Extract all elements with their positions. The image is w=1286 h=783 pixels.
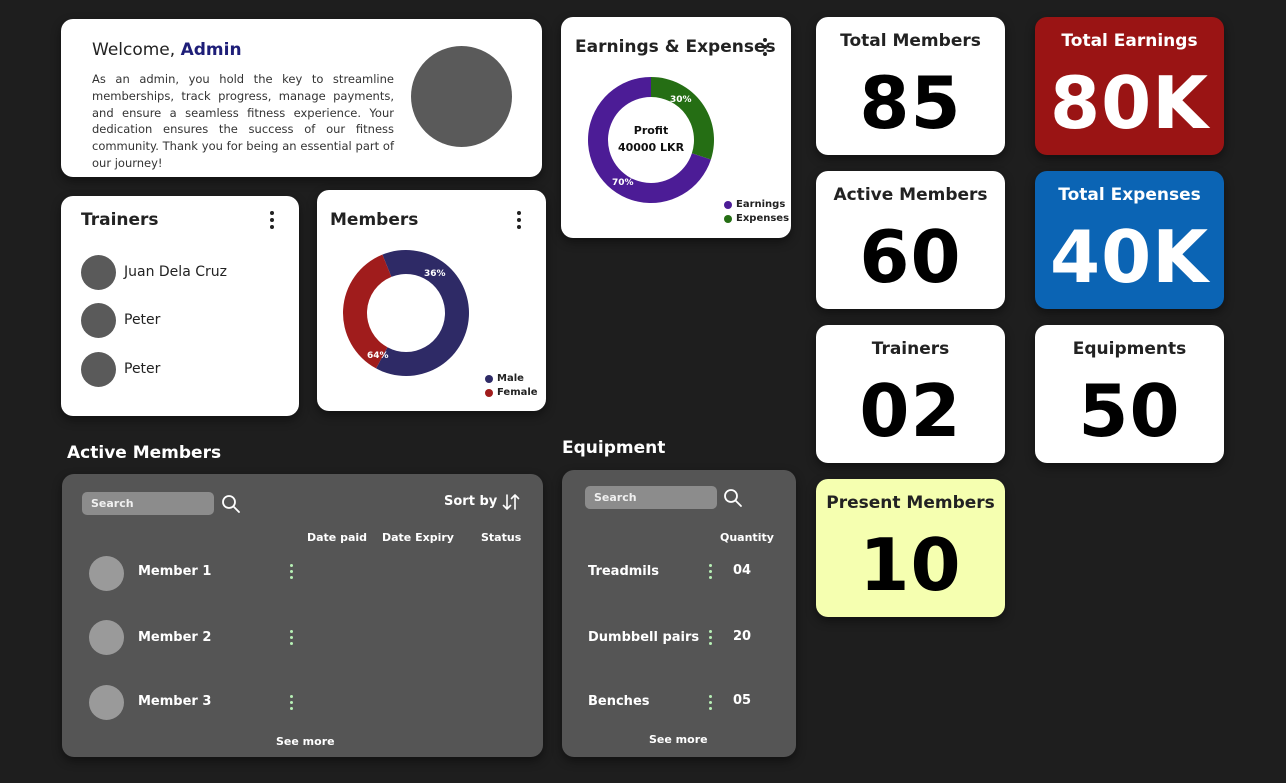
column-header-status: Status bbox=[481, 531, 522, 544]
legend-label: Male bbox=[497, 373, 524, 384]
welcome-card: Welcome, Admin As an admin, you hold the… bbox=[61, 19, 542, 177]
stat-label: Trainers bbox=[871, 339, 950, 359]
sort-by-label[interactable]: Sort by bbox=[444, 494, 497, 509]
equipment-quantity: 20 bbox=[733, 629, 752, 644]
row-menu-icon[interactable] bbox=[708, 695, 714, 713]
trainer-name: Juan Dela Cruz bbox=[124, 264, 227, 280]
avatar bbox=[81, 351, 116, 387]
column-header-date-paid: Date paid bbox=[307, 531, 368, 544]
avatar bbox=[81, 302, 116, 338]
avatar bbox=[89, 620, 124, 655]
welcome-admin-name: Admin bbox=[180, 40, 242, 60]
welcome-text: As an admin, you hold the key to streaml… bbox=[92, 72, 394, 170]
legend-swatch bbox=[724, 214, 732, 223]
search-icon[interactable] bbox=[221, 494, 241, 514]
earnings-data-label: 70% bbox=[612, 178, 634, 188]
trainer-item[interactable]: Peter bbox=[81, 302, 161, 338]
member-name: Member 3 bbox=[138, 694, 212, 709]
legend-item-earnings: Earnings bbox=[724, 199, 785, 210]
equipment-name: Treadmils bbox=[588, 564, 659, 579]
trainers-card: Trainers Juan Dela Cruz Peter Peter bbox=[61, 196, 299, 416]
equipment-name: Benches bbox=[588, 694, 650, 709]
stat-label: Present Members bbox=[826, 493, 995, 513]
trainer-name: Peter bbox=[124, 312, 161, 328]
active-members-panel: Sort by Date paid Date Expiry Status Mem… bbox=[62, 474, 543, 757]
column-header-quantity: Quantity bbox=[720, 531, 774, 544]
equipment-section-title: Equipment bbox=[562, 438, 666, 458]
row-menu-icon[interactable] bbox=[289, 630, 295, 648]
legend-item-female: Female bbox=[485, 387, 538, 398]
stat-card-total-expenses[interactable]: Total Expenses 40K bbox=[1035, 171, 1224, 309]
stat-label: Total Members bbox=[840, 31, 981, 51]
stat-value: 60 bbox=[859, 215, 962, 299]
row-menu-icon[interactable] bbox=[708, 630, 714, 648]
trainers-menu-icon[interactable] bbox=[269, 211, 275, 232]
stat-value: 02 bbox=[859, 369, 962, 453]
members-search-input[interactable] bbox=[82, 492, 214, 515]
equipment-quantity: 05 bbox=[733, 693, 752, 708]
trainers-card-title: Trainers bbox=[81, 210, 159, 230]
stat-card-total-earnings[interactable]: Total Earnings 80K bbox=[1035, 17, 1224, 155]
legend-label: Expenses bbox=[736, 213, 790, 224]
admin-avatar[interactable] bbox=[411, 46, 512, 147]
column-header-date-expiry: Date Expiry bbox=[382, 531, 454, 544]
equipment-quantity: 04 bbox=[733, 563, 752, 578]
stat-value: 10 bbox=[859, 523, 962, 607]
legend-item-male: Male bbox=[485, 373, 524, 384]
member-name: Member 2 bbox=[138, 630, 212, 645]
stat-card-total-members[interactable]: Total Members 85 bbox=[816, 17, 1005, 155]
members-slice-male bbox=[376, 250, 469, 376]
row-menu-icon[interactable] bbox=[289, 564, 295, 582]
legend-swatch bbox=[485, 374, 493, 383]
trainer-item[interactable]: Juan Dela Cruz bbox=[81, 254, 227, 290]
stat-value: 40K bbox=[1050, 215, 1209, 299]
member-name: Member 1 bbox=[138, 564, 212, 579]
legend-swatch bbox=[724, 200, 732, 209]
equipment-name: Dumbbell pairs bbox=[588, 630, 700, 645]
earnings-data-label: 30% bbox=[670, 95, 692, 105]
row-menu-icon[interactable] bbox=[289, 695, 295, 713]
stat-label: Active Members bbox=[833, 185, 988, 205]
equipment-search-input[interactable] bbox=[585, 486, 717, 509]
stat-label: Equipments bbox=[1072, 339, 1187, 359]
active-members-section-title: Active Members bbox=[67, 443, 222, 463]
stat-label: Total Earnings bbox=[1061, 31, 1198, 51]
see-more-link[interactable]: See more bbox=[276, 735, 335, 748]
equipment-panel: Quantity Treadmils 04 Dumbbell pairs 20 … bbox=[562, 470, 796, 757]
stat-card-trainers[interactable]: Trainers 02 bbox=[816, 325, 1005, 463]
row-menu-icon[interactable] bbox=[708, 564, 714, 582]
sort-icon[interactable] bbox=[502, 493, 520, 511]
avatar bbox=[89, 685, 124, 720]
see-more-link[interactable]: See more bbox=[649, 733, 708, 746]
avatar bbox=[81, 254, 116, 290]
members-data-label: 64% bbox=[367, 351, 389, 361]
stat-value: 50 bbox=[1078, 369, 1181, 453]
stat-card-equipments[interactable]: Equipments 50 bbox=[1035, 325, 1224, 463]
legend-item-expenses: Expenses bbox=[724, 213, 789, 224]
stat-value: 85 bbox=[859, 61, 962, 145]
trainer-name: Peter bbox=[124, 361, 161, 377]
legend-label: Earnings bbox=[736, 199, 786, 210]
profit-value: 40000 LKR bbox=[617, 141, 685, 154]
stat-card-active-members[interactable]: Active Members 60 bbox=[816, 171, 1005, 309]
avatar bbox=[89, 556, 124, 591]
stat-label: Total Expenses bbox=[1058, 185, 1201, 205]
welcome-title: Welcome, Admin bbox=[92, 40, 242, 60]
earnings-expenses-card: Earnings & Expenses 70% 30% Profit 40000 … bbox=[561, 17, 791, 238]
stat-value: 80K bbox=[1050, 61, 1209, 145]
welcome-greeting: Welcome, bbox=[92, 40, 181, 60]
stat-card-present-members[interactable]: Present Members 10 bbox=[816, 479, 1005, 617]
legend-swatch bbox=[485, 388, 493, 397]
trainer-item[interactable]: Peter bbox=[81, 351, 161, 387]
search-icon[interactable] bbox=[723, 488, 743, 508]
members-data-label: 36% bbox=[424, 269, 446, 279]
legend-label: Female bbox=[497, 387, 538, 398]
profit-label: Profit bbox=[633, 124, 669, 137]
members-chart-card: Members 64% 36% Male Female bbox=[317, 190, 546, 411]
